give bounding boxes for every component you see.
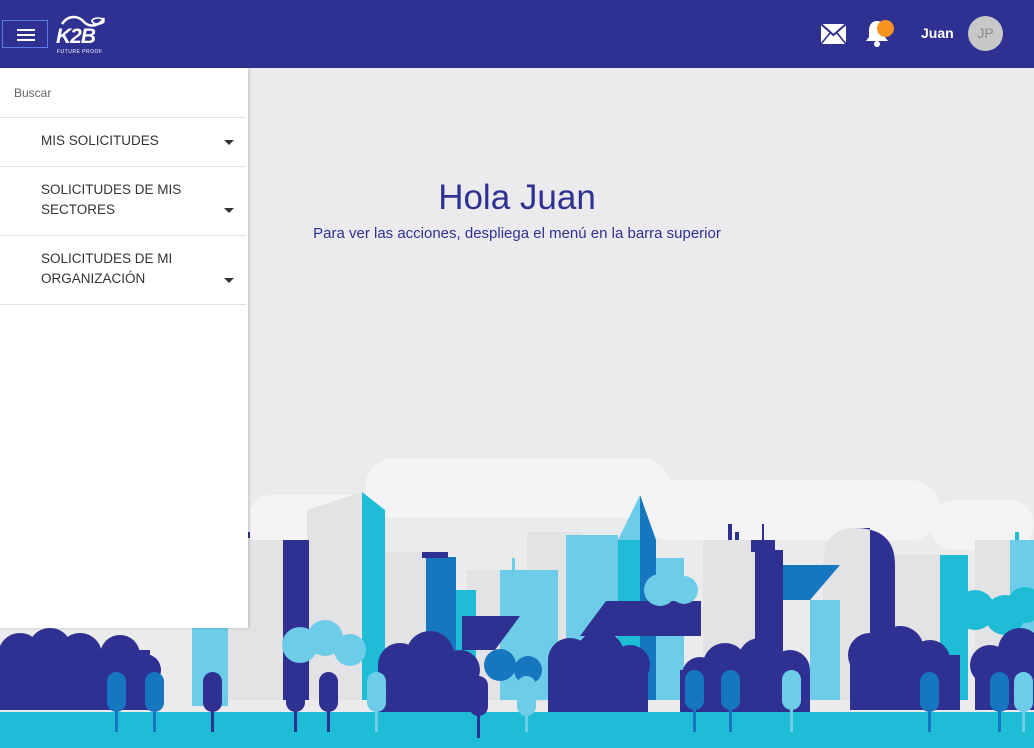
- sidebar-item-label: SOLICITUDES DE MIS SECTORES: [41, 182, 182, 217]
- sidebar-item-solicitudes-mis-sectores[interactable]: SOLICITUDES DE MIS SECTORES: [0, 167, 246, 236]
- caret-down-icon: [224, 140, 234, 145]
- sidebar-item-label: SOLICITUDES DE MI ORGANIZACIÓN: [41, 251, 173, 286]
- notification-badge: [877, 20, 894, 37]
- sidebar-item-label: MIS SOLICITUDES: [41, 133, 159, 148]
- sidebar-item-solicitudes-mi-organizacion[interactable]: SOLICITUDES DE MI ORGANIZACIÓN: [0, 236, 246, 305]
- caret-down-icon: [224, 278, 234, 283]
- greeting-title: Hola Juan: [438, 178, 596, 217]
- logo-text: K2B: [56, 25, 96, 48]
- avatar[interactable]: JP: [968, 16, 1003, 51]
- sidebar-item-mis-solicitudes[interactable]: MIS SOLICITUDES: [0, 118, 246, 167]
- top-bar: K2B FUTURE PROOF Juan JP: [0, 0, 1034, 68]
- mail-icon[interactable]: [821, 24, 846, 44]
- greeting-subtitle: Para ver las acciones, despliega el menú…: [313, 225, 721, 242]
- menu-toggle-button[interactable]: [2, 20, 48, 48]
- k2b-logo: K2B FUTURE PROOF: [56, 14, 108, 56]
- sidebar-menu: MIS SOLICITUDES SOLICITUDES DE MIS SECTO…: [0, 68, 248, 628]
- logo-tagline: FUTURE PROOF: [57, 49, 103, 55]
- hamburger-icon: [17, 29, 35, 31]
- user-name[interactable]: Juan: [921, 25, 954, 41]
- search-input[interactable]: [0, 68, 246, 118]
- caret-down-icon: [224, 208, 234, 213]
